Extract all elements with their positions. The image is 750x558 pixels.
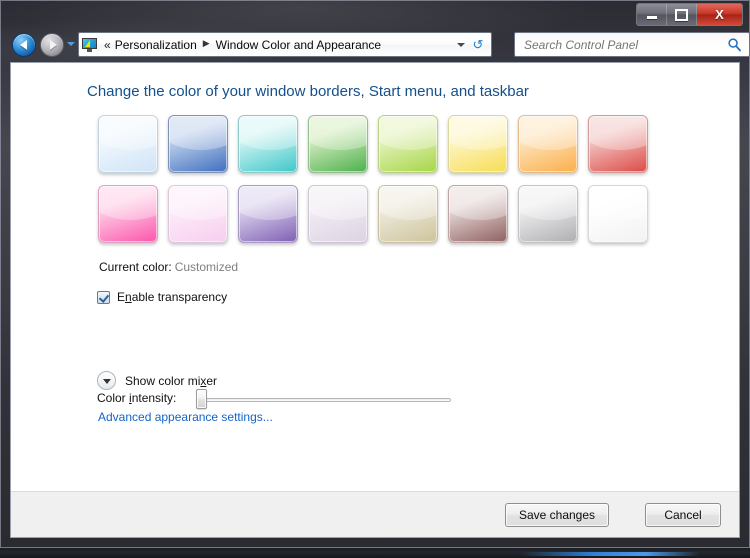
enable-transparency-label: Enable transparency: [117, 290, 228, 304]
swatch-row-2: [98, 185, 658, 243]
accel-char: n: [125, 290, 132, 304]
swatch-orange[interactable]: [518, 115, 578, 173]
search-box[interactable]: [514, 32, 750, 57]
swatch-row-1: [98, 115, 658, 173]
search-input[interactable]: [522, 36, 724, 53]
show-color-mixer-row[interactable]: Show color mixer: [97, 371, 217, 390]
swatch-taupe[interactable]: [448, 185, 508, 243]
dialog-button-bar: Save changes Cancel: [11, 491, 739, 537]
breadcrumb-item-window-color[interactable]: Window Color and Appearance: [216, 38, 381, 52]
caption-buttons: X: [636, 3, 743, 26]
swatch-khaki[interactable]: [378, 185, 438, 243]
refresh-icon[interactable]: ↺: [470, 37, 486, 53]
swatch-frost[interactable]: [588, 185, 648, 243]
content-area: Change the color of your window borders,…: [10, 62, 740, 538]
swatch-green[interactable]: [308, 115, 368, 173]
taskbar[interactable]: [0, 548, 750, 558]
navigation-bar: « Personalization ▶ Window Color and App…: [10, 30, 750, 60]
swatch-pink[interactable]: [98, 185, 158, 243]
close-button[interactable]: X: [697, 4, 742, 25]
swatch-rose[interactable]: [168, 185, 228, 243]
show-color-mixer-toggle[interactable]: [97, 371, 116, 390]
swatch-lavender[interactable]: [308, 185, 368, 243]
minimize-icon: [646, 15, 657, 19]
breadcrumb-item-personalization[interactable]: Personalization: [115, 38, 197, 52]
color-intensity-slider-thumb[interactable]: [196, 389, 207, 409]
current-color-row: Current color: Customized: [99, 260, 238, 274]
swatch-violet[interactable]: [238, 185, 298, 243]
search-icon: [728, 38, 741, 52]
maximize-button[interactable]: [667, 4, 697, 25]
maximize-icon: [675, 8, 688, 21]
advanced-appearance-settings-link[interactable]: Advanced appearance settings...: [98, 410, 273, 424]
back-button[interactable]: [12, 33, 36, 57]
show-color-mixer-label: Show color mixer: [125, 373, 218, 388]
current-color-label: Current color:: [99, 260, 172, 274]
swatch-gray[interactable]: [518, 185, 578, 243]
window-frame: X « Personalization ▶ Window Color and A…: [0, 0, 750, 548]
breadcrumb-overflow[interactable]: «: [104, 38, 111, 52]
swatch-blue[interactable]: [168, 115, 228, 173]
close-icon: X: [715, 7, 724, 22]
taskbar-accent: [520, 552, 700, 556]
address-dropdown-icon[interactable]: [457, 43, 465, 47]
forward-button[interactable]: [40, 33, 64, 57]
recent-pages-button[interactable]: [67, 42, 75, 46]
address-bar[interactable]: « Personalization ▶ Window Color and App…: [78, 32, 492, 57]
color-intensity-slider-track[interactable]: [199, 398, 451, 402]
minimize-button[interactable]: [637, 4, 667, 25]
color-swatch-grid: [98, 115, 658, 255]
swatch-turquoise[interactable]: [238, 115, 298, 173]
enable-transparency-checkbox[interactable]: [97, 290, 110, 304]
swatch-yellow[interactable]: [448, 115, 508, 173]
enable-transparency-row[interactable]: Enable transparency: [97, 290, 227, 304]
chevron-down-icon: [102, 378, 111, 384]
personalization-icon: [82, 37, 98, 52]
breadcrumb-separator-icon: ▶: [202, 38, 210, 48]
page-title: Change the color of your window borders,…: [87, 83, 529, 100]
forward-arrow-icon: [49, 40, 57, 50]
back-arrow-icon: [19, 40, 27, 50]
cancel-button[interactable]: Cancel: [645, 503, 721, 527]
current-color-value: Customized: [174, 260, 239, 274]
color-intensity-label: Color intensity:: [97, 391, 177, 405]
swatch-red[interactable]: [588, 115, 648, 173]
swatch-lime[interactable]: [378, 115, 438, 173]
save-changes-button[interactable]: Save changes: [505, 503, 609, 527]
swatch-sky-blue[interactable]: [98, 115, 158, 173]
